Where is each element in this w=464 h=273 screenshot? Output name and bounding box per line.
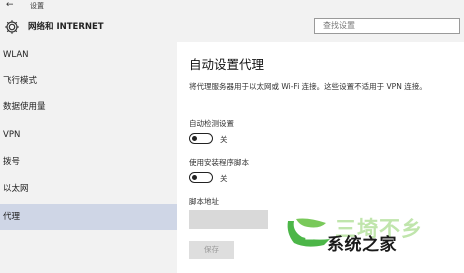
sidebar-item-airplane-mode[interactable]: 飞行模式 (0, 68, 177, 94)
auto-detect-state: 关 (220, 135, 228, 144)
watermark: ≡ 三埼不乡 系统之家 (281, 213, 464, 273)
toggle-knob (192, 135, 197, 141)
window-title: 设置 (30, 2, 44, 10)
page-title: 自动设置代理 (189, 57, 265, 72)
settings-header: 网络和 INTERNET 查找设置 (0, 12, 464, 42)
save-button[interactable]: 保存 (189, 241, 234, 259)
script-address-input[interactable] (189, 210, 268, 229)
auto-detect-label: 自动检测设置 (189, 119, 234, 128)
toggle-knob (192, 174, 197, 180)
watermark-text: 系统之家 (327, 235, 397, 255)
section-title: 网络和 INTERNET (28, 22, 104, 32)
sidebar-item-ethernet[interactable]: 以太网 (0, 176, 177, 202)
use-script-toggle[interactable] (189, 172, 213, 183)
search-input[interactable]: 查找设置 (314, 18, 460, 34)
use-script-label: 使用安装程序脚本 (189, 158, 249, 167)
sidebar-item-dial-up[interactable]: 拨号 (0, 149, 177, 175)
use-script-state: 关 (220, 174, 228, 183)
auto-detect-toggle[interactable] (189, 133, 213, 144)
sidebar-item-vpn[interactable]: VPN (0, 122, 177, 148)
sidebar-item-wlan[interactable]: WLAN (0, 42, 177, 68)
sidebar: WLAN 飞行模式 数据使用量 VPN 拨号 以太网 代理 (0, 42, 177, 273)
sidebar-item-proxy[interactable]: 代理 (0, 204, 177, 230)
gear-icon (5, 20, 19, 34)
script-address-label: 脚本地址 (189, 197, 219, 206)
sidebar-item-data-usage[interactable]: 数据使用量 (0, 94, 177, 120)
proxy-description: 将代理服务器用于以太网或 Wi-Fi 连接。这些设置不适用于 VPN 连接。 (189, 82, 427, 91)
arrow-left-icon[interactable]: ← (6, 0, 14, 11)
svg-text:≡: ≡ (304, 229, 315, 244)
